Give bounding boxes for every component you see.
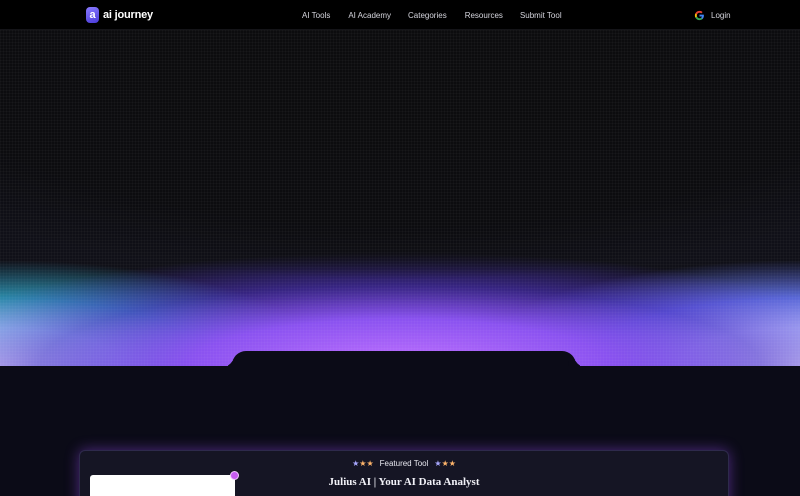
- brand-logo[interactable]: a ai journey: [86, 6, 153, 24]
- top-nav: a ai journey AI Tools AI Academy Categor…: [0, 0, 800, 30]
- login-button[interactable]: Login: [694, 8, 731, 22]
- featured-badge: ★★★ Featured Tool ★★★: [80, 459, 728, 468]
- stars-left-icon: ★★★: [352, 459, 374, 468]
- featured-tool-card[interactable]: ★★★ Featured Tool ★★★ Julius AI | Your A…: [79, 450, 729, 496]
- nav-item-resources[interactable]: Resources: [465, 11, 503, 20]
- featured-tool-title[interactable]: Julius AI | Your AI Data Analyst: [80, 476, 728, 488]
- stars-right-icon: ★★★: [434, 459, 456, 468]
- featured-badge-label: Featured Tool: [379, 459, 429, 468]
- nav-item-ai-academy[interactable]: AI Academy: [348, 11, 391, 20]
- nav-item-categories[interactable]: Categories: [408, 11, 447, 20]
- nav-item-submit-tool[interactable]: Submit Tool: [520, 11, 562, 20]
- google-icon: [694, 10, 704, 20]
- hero-notch: [232, 351, 576, 366]
- main-menu: AI Tools AI Academy Categories Resources…: [300, 0, 562, 30]
- brand-mark-icon: a: [86, 7, 99, 23]
- nav-item-ai-tools[interactable]: AI Tools: [302, 11, 330, 20]
- brand-name: ai journey: [103, 9, 153, 21]
- login-label: Login: [711, 10, 731, 20]
- hero-grid-texture: [0, 30, 800, 366]
- hero-banner: [0, 30, 800, 366]
